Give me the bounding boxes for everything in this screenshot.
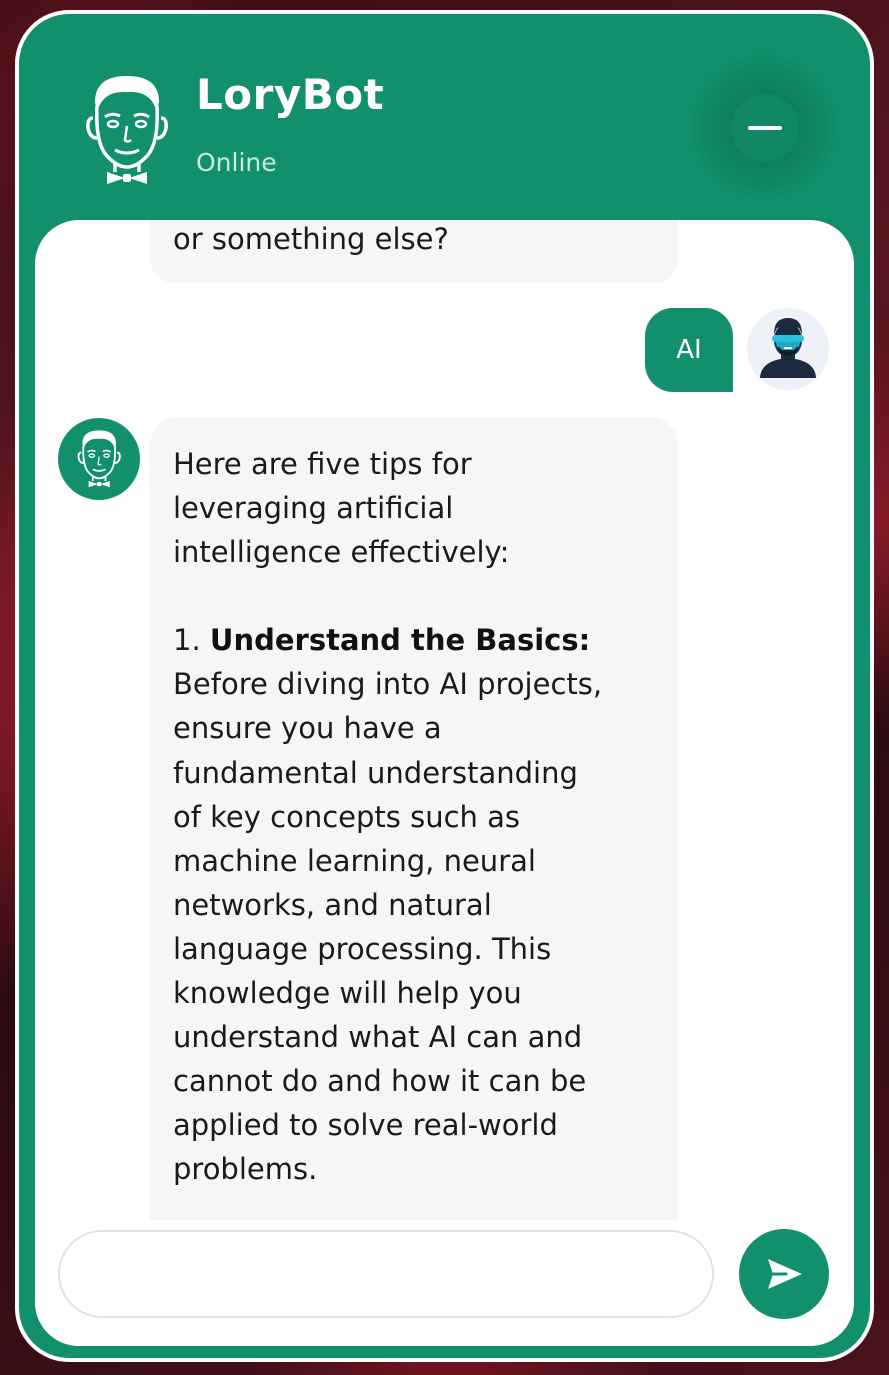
bot-status: Online <box>196 148 277 177</box>
user-message-bubble: AI <box>645 308 733 392</box>
user-avatar-icon <box>760 318 816 378</box>
message-line: intelligence effectively: <box>173 535 510 570</box>
message-line: machine learning, neural <box>173 843 536 878</box>
bot-message-bubble: Here are five tips for leveraging artifi… <box>150 417 678 1346</box>
minus-icon <box>748 126 782 130</box>
minimize-button[interactable] <box>731 94 799 162</box>
message-line: knowledge will help you <box>173 976 522 1011</box>
message-line: Before diving into AI projects, <box>173 667 603 702</box>
message-line: understand what AI can and <box>173 1020 583 1055</box>
message-line: applied to solve real-world <box>173 1108 558 1143</box>
tip-heading: 1. Understand the Basics: <box>173 618 656 662</box>
message-line: language processing. This <box>173 931 552 966</box>
message-line: fundamental understanding <box>173 755 578 790</box>
chat-messages-panel[interactable]: or something else? AI Here are five tips… <box>35 220 854 1346</box>
message-line: ensure you have a <box>173 711 442 746</box>
message-line: Here are five tips for <box>173 447 472 481</box>
message-text: AI <box>676 335 702 365</box>
chat-widget: LoryBot Online or something else? AI Her… <box>15 10 874 1362</box>
bot-face-icon <box>86 76 168 184</box>
bot-name: LoryBot <box>196 70 385 119</box>
tip-number: 1. <box>173 623 201 658</box>
bot-face-icon <box>77 430 121 488</box>
bot-message-bubble: or something else? <box>150 220 678 283</box>
message-line: leveraging artificial <box>173 491 454 526</box>
message-line: networks, and natural <box>173 887 492 922</box>
avatar <box>58 418 140 500</box>
message-line: of key concepts such as <box>173 799 521 834</box>
send-button[interactable] <box>739 1229 829 1319</box>
message-line: cannot do and how it can be <box>173 1064 587 1099</box>
chat-header: LoryBot Online <box>19 14 870 224</box>
message-input[interactable] <box>58 1230 714 1318</box>
message-line: problems. <box>173 1152 318 1187</box>
tip-title: Understand the Basics: <box>209 623 591 658</box>
avatar <box>747 308 829 390</box>
composer <box>35 1220 854 1346</box>
message-text: or something else? <box>173 222 449 256</box>
send-icon <box>768 1259 802 1289</box>
